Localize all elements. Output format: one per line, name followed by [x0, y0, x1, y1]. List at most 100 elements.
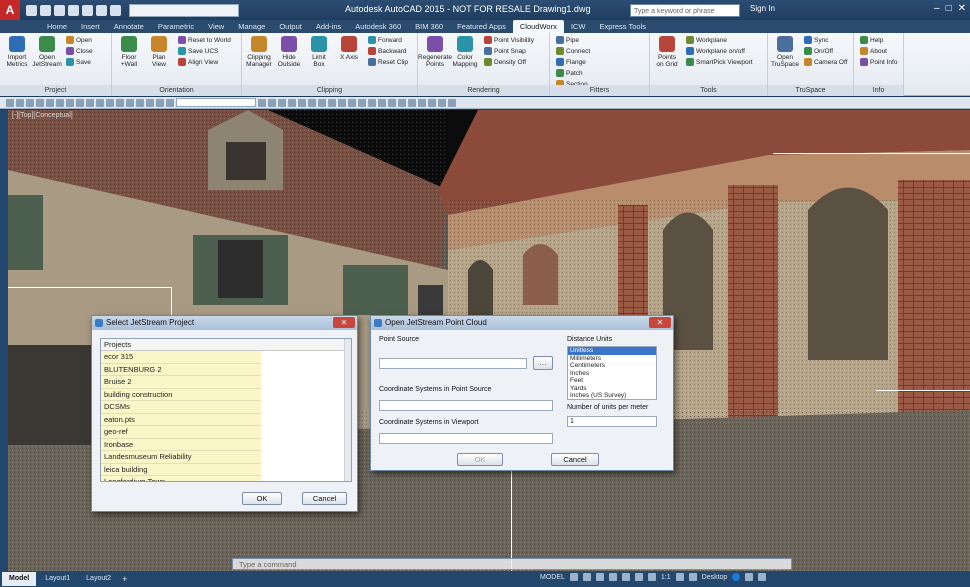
patch-button[interactable]: Patch	[556, 69, 590, 77]
color-mapping-button[interactable]: Color Mapping	[452, 36, 478, 68]
list-item[interactable]: ecor 315	[101, 351, 261, 364]
list-item[interactable]: DCSMs	[101, 401, 261, 414]
ribbon-group-title[interactable]: Info	[854, 85, 903, 96]
grid-icon[interactable]	[569, 573, 578, 581]
list-item[interactable]: geo-ref	[101, 426, 261, 439]
point-info-button[interactable]: Point Info	[860, 58, 897, 66]
tool-icon[interactable]	[126, 98, 134, 107]
tab-bim-360[interactable]: BIM 360	[408, 20, 450, 33]
list-item[interactable]: Longfordium Town	[101, 476, 261, 481]
command-line-input[interactable]: Type a command	[232, 558, 792, 570]
distance-units-list[interactable]: Unitless Millimeters Centimeters Inches Feet…	[567, 346, 657, 400]
connect-button[interactable]: Connect	[556, 47, 590, 55]
tab-annotate[interactable]: Annotate	[107, 20, 151, 33]
tool-icon[interactable]	[308, 98, 316, 107]
plan-view-button[interactable]: Plan View	[146, 36, 172, 68]
ribbon-group-title[interactable]: Fitters	[550, 85, 649, 96]
tab-insert[interactable]: Insert	[74, 20, 107, 33]
ribbon-group-title[interactable]: Rendering	[418, 85, 549, 96]
tool-icon[interactable]	[448, 98, 456, 107]
undo-icon[interactable]	[96, 4, 107, 16]
tool-icon[interactable]	[258, 98, 266, 107]
open-file-icon[interactable]	[40, 4, 51, 16]
tool-icon[interactable]	[86, 98, 94, 107]
list-item[interactable]: building construction	[101, 388, 261, 401]
annotation-icon[interactable]	[647, 573, 656, 581]
pipe-button[interactable]: Pipe	[556, 36, 590, 44]
projects-list[interactable]: Projects ecor 315 BLUTENBURG 2 Bruise 2 bui…	[100, 338, 352, 482]
tool-icon[interactable]	[116, 98, 124, 107]
tool-icon[interactable]	[428, 98, 436, 107]
list-item[interactable]: Bruise 2	[101, 376, 261, 389]
align-view-button[interactable]: Align View	[178, 58, 231, 66]
close-icon[interactable]: ✕	[649, 317, 671, 328]
tab-icw[interactable]: ICW	[564, 20, 593, 33]
point-source-field[interactable]	[379, 358, 527, 369]
hardware-accel-icon[interactable]	[732, 573, 741, 581]
density-off-button[interactable]: Density Off	[484, 58, 534, 66]
regenerate-points-button[interactable]: Regenerate Points	[418, 36, 452, 68]
backward-button[interactable]: Backward	[368, 47, 408, 55]
lineweight-icon[interactable]	[634, 573, 643, 581]
tool-icon[interactable]	[378, 98, 386, 107]
open-truspace-button[interactable]: Open TruSpace	[771, 36, 799, 68]
sync-button[interactable]: Sync	[804, 36, 847, 44]
layout-tab-layout2[interactable]: Layout2	[79, 572, 118, 586]
list-item[interactable]: Ironbase	[101, 438, 261, 451]
layer-combo[interactable]	[176, 98, 256, 107]
browse-button[interactable]: …	[533, 356, 553, 370]
tool-icon[interactable]	[348, 98, 356, 107]
unit-option[interactable]: Inches	[568, 370, 656, 378]
ok-button[interactable]: OK	[242, 492, 282, 505]
workplane-button[interactable]: Workplane	[686, 36, 753, 44]
point-snap-button[interactable]: Point Snap	[484, 47, 534, 55]
tab-add-ins[interactable]: Add-ins	[309, 20, 348, 33]
limit-box-button[interactable]: Limit Box	[306, 36, 332, 68]
workspace-dropdown[interactable]	[129, 3, 239, 17]
tab-view[interactable]: View	[201, 20, 231, 33]
tool-icon[interactable]	[368, 98, 376, 107]
on-off-button[interactable]: On/Off	[804, 47, 847, 55]
point-visibility-button[interactable]: Point Visibility	[484, 36, 534, 44]
application-menu-button[interactable]: A	[0, 0, 20, 20]
osnap-icon[interactable]	[621, 573, 630, 581]
tab-output[interactable]: Output	[272, 20, 309, 33]
layout-tab-model[interactable]: Model	[2, 572, 37, 586]
plus-icon[interactable]	[688, 573, 697, 581]
tool-icon[interactable]	[146, 98, 154, 107]
help-button[interactable]: Help	[860, 36, 897, 44]
list-scrollbar[interactable]	[344, 339, 351, 481]
save-button[interactable]: Save	[66, 58, 93, 66]
cancel-button[interactable]: Cancel	[302, 492, 347, 505]
isolate-icon[interactable]	[745, 573, 754, 581]
tool-icon[interactable]	[106, 98, 114, 107]
smartpick-viewport-button[interactable]: SmartPick Viewport	[686, 58, 753, 66]
close-button[interactable]: Close	[66, 47, 93, 55]
tab-manage[interactable]: Manage	[231, 20, 272, 33]
forward-button[interactable]: Forward	[368, 36, 408, 44]
dialog-title-bar[interactable]: Select JetStream Project ✕	[92, 316, 357, 330]
ribbon-group-title[interactable]: Project	[0, 85, 111, 96]
tool-icon[interactable]	[26, 98, 34, 107]
sign-in-link[interactable]: Sign In	[750, 4, 775, 13]
workspace-switch[interactable]: Desktop	[702, 574, 728, 581]
unit-option[interactable]: Unitless	[568, 347, 656, 355]
units-per-meter-field[interactable]: 1	[567, 416, 657, 427]
ribbon-group-title[interactable]: Orientation	[112, 85, 241, 96]
tool-icon[interactable]	[56, 98, 64, 107]
tool-icon[interactable]	[408, 98, 416, 107]
reset-clip-button[interactable]: Reset Clip	[368, 58, 408, 66]
tool-icon[interactable]	[398, 98, 406, 107]
reset-to-world-button[interactable]: Reset to World	[178, 36, 231, 44]
add-layout-icon[interactable]: +	[122, 574, 127, 584]
tool-icon[interactable]	[66, 98, 74, 107]
list-item[interactable]: Landesmuseum Reliability	[101, 451, 261, 464]
tab-home[interactable]: Home	[40, 20, 74, 33]
import-metrics-button[interactable]: Import Metrics	[4, 36, 30, 68]
viewport-label[interactable]: [-][Top][Conceptual]	[12, 112, 73, 119]
tool-icon[interactable]	[156, 98, 164, 107]
tool-icon[interactable]	[338, 98, 346, 107]
fullscreen-icon[interactable]	[758, 573, 767, 581]
tool-icon[interactable]	[268, 98, 276, 107]
unit-option[interactable]: Feet	[568, 377, 656, 385]
